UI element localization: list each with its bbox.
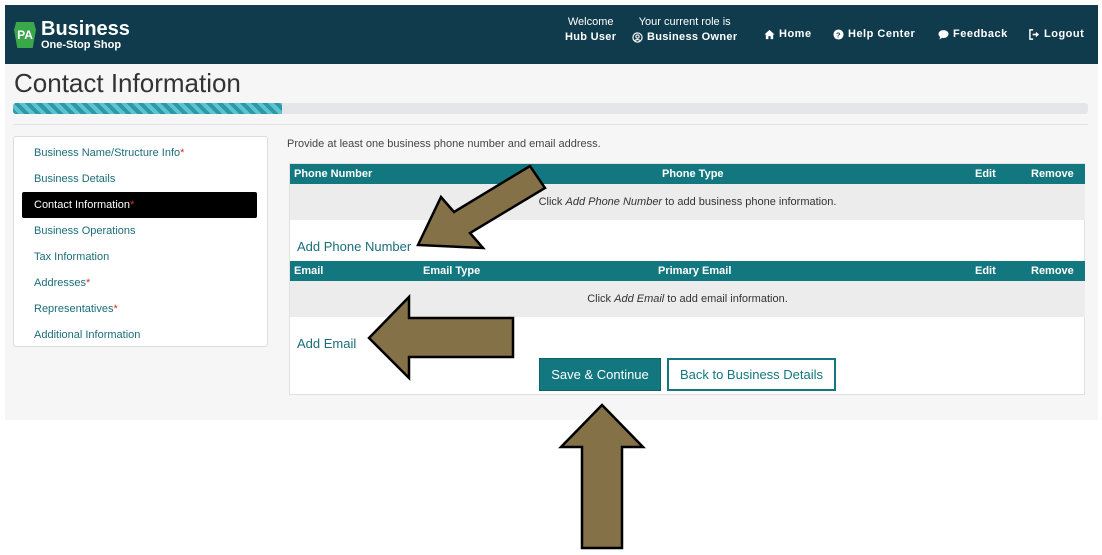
- column-header-remove: Remove: [1031, 168, 1074, 180]
- sidebar-item-business-details[interactable]: Business Details: [14, 166, 257, 192]
- step-navigation-sidebar: Business Name/Structure Info* Business D…: [13, 136, 268, 347]
- required-marker: *: [130, 199, 135, 211]
- sidebar-item-label: Tax Information: [34, 251, 110, 263]
- sidebar-item-tax-information[interactable]: Tax Information: [14, 244, 257, 270]
- comment-icon: [938, 29, 949, 40]
- sidebar-item-label: Business Operations: [34, 225, 136, 237]
- column-header-phone-number: Phone Number: [294, 168, 373, 180]
- column-header-edit: Edit: [975, 265, 996, 277]
- nav-feedback-link[interactable]: Feedback: [938, 28, 1008, 40]
- email-table-empty-row: Click Add Email to add email information…: [290, 281, 1085, 317]
- role-value: Business Owner: [647, 31, 738, 43]
- column-header-primary-email: Primary Email: [658, 265, 732, 277]
- column-header-email: Email: [294, 265, 324, 277]
- sidebar-item-label: Contact Information: [34, 199, 130, 211]
- logout-icon: [1029, 28, 1040, 40]
- empty-text-suffix: to add business phone information.: [662, 196, 837, 208]
- phone-table-empty-row: Click Add Phone Number to add business p…: [290, 184, 1085, 220]
- add-phone-number-link[interactable]: Add Phone Number: [297, 239, 411, 254]
- sidebar-item-additional-information[interactable]: Additional Information: [14, 322, 257, 348]
- sidebar-item-label: Representatives: [34, 303, 114, 315]
- question-circle-icon: ?: [833, 28, 844, 40]
- keystone-logo-icon: PA: [14, 22, 36, 48]
- progress-bar-fill: [13, 103, 282, 114]
- email-table-header: Email Email Type Primary Email Edit Remo…: [290, 261, 1085, 281]
- user-circle-icon: [632, 32, 643, 43]
- site-logo[interactable]: PA Business One-Stop Shop: [14, 19, 130, 51]
- sidebar-item-business-name-structure[interactable]: Business Name/Structure Info*: [14, 140, 257, 166]
- role-label: Your current role is: [638, 16, 731, 28]
- required-marker: *: [85, 277, 91, 289]
- logo-subtitle: One-Stop Shop: [41, 39, 122, 51]
- sidebar-item-contact-information[interactable]: Contact Information*: [22, 192, 257, 218]
- empty-text-suffix: to add email information.: [664, 293, 788, 305]
- nav-logout-link[interactable]: Logout: [1029, 28, 1084, 40]
- progress-bar: [13, 103, 1088, 114]
- required-marker: *: [180, 147, 185, 159]
- nav-help-center-link[interactable]: ? Help Center: [833, 28, 915, 40]
- column-header-remove: Remove: [1031, 265, 1074, 277]
- contact-panel: Phone Number Phone Type Edit Remove Clic…: [289, 163, 1085, 395]
- sidebar-item-label: Addresses: [34, 277, 86, 289]
- contact-information-form: Provide at least one business phone numb…: [287, 136, 1086, 395]
- sidebar-item-addresses[interactable]: Addresses*: [14, 270, 257, 296]
- nav-logout-label: Logout: [1044, 28, 1085, 40]
- empty-text-prefix: Click: [587, 293, 615, 305]
- sidebar-item-label: Additional Information: [34, 329, 141, 341]
- annotation-arrow-to-save-button: [558, 403, 646, 550]
- add-email-link[interactable]: Add Email: [297, 336, 356, 351]
- nav-feedback-label: Feedback: [953, 28, 1008, 40]
- column-header-email-type: Email Type: [423, 265, 481, 277]
- phone-table-header: Phone Number Phone Type Edit Remove: [290, 164, 1085, 184]
- sidebar-item-representatives[interactable]: Representatives*: [14, 296, 257, 322]
- empty-text-emphasis: Add Email: [614, 293, 665, 305]
- logo-title: Business: [41, 18, 130, 40]
- column-header-phone-type: Phone Type: [662, 168, 724, 180]
- required-marker: *: [113, 303, 118, 315]
- empty-text-emphasis: Add Phone Number: [565, 196, 663, 208]
- back-to-business-details-button[interactable]: Back to Business Details: [667, 358, 836, 391]
- svg-text:?: ?: [836, 30, 841, 39]
- role-block: Your current role is Business Owner: [632, 15, 737, 45]
- sidebar-item-label: Business Name/Structure Info: [34, 147, 181, 159]
- sidebar-item-business-operations[interactable]: Business Operations: [14, 218, 257, 244]
- nav-home-label: Home: [779, 28, 812, 40]
- save-continue-button[interactable]: Save & Continue: [539, 358, 661, 391]
- welcome-block: Welcome Hub User: [565, 15, 616, 45]
- column-header-edit: Edit: [975, 168, 996, 180]
- nav-home-link[interactable]: Home: [764, 28, 812, 40]
- empty-text-prefix: Click: [538, 196, 566, 208]
- instructions-text: Provide at least one business phone numb…: [287, 138, 601, 150]
- sidebar-item-label: Business Details: [34, 173, 116, 185]
- nav-help-center-label: Help Center: [848, 28, 916, 40]
- home-icon: [764, 29, 775, 39]
- welcome-user: Hub User: [565, 31, 617, 43]
- page-title: Contact Information: [14, 68, 241, 98]
- top-navigation-bar: PA Business One-Stop Shop Welcome Hub Us…: [5, 5, 1098, 64]
- divider: [13, 124, 1088, 125]
- welcome-label: Welcome: [567, 16, 614, 28]
